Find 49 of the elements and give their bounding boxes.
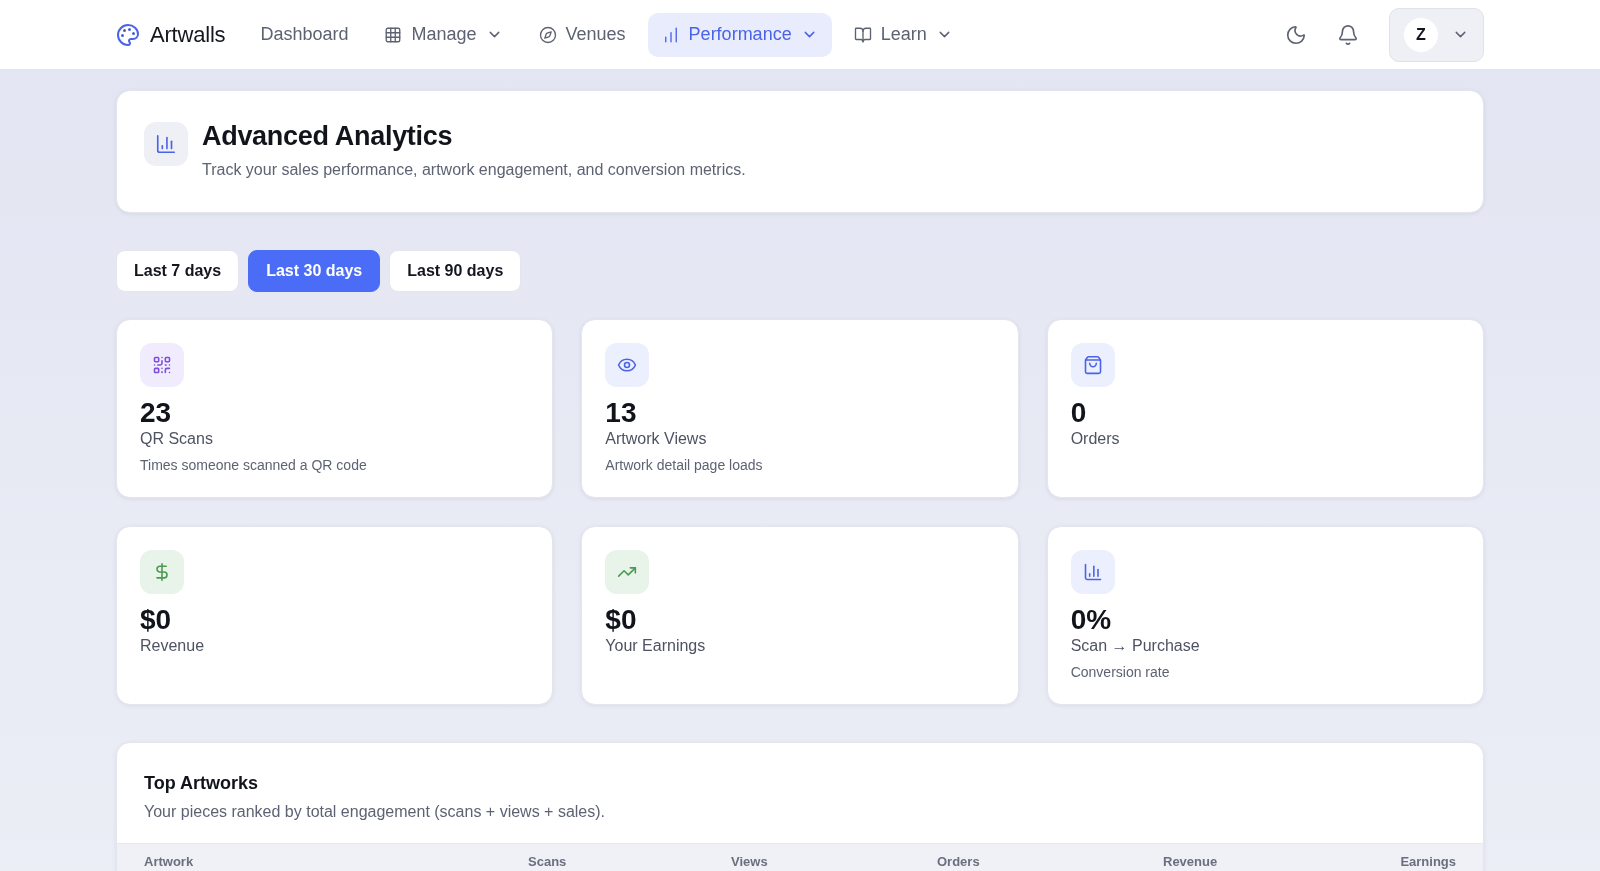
stat-label: Artwork Views bbox=[605, 429, 707, 449]
page-title: Advanced Analytics bbox=[202, 120, 454, 153]
user-menu-button[interactable]: Z bbox=[1389, 7, 1484, 62]
section-subtitle: Your pieces ranked by total engagement (scans + views + sales). bbox=[144, 802, 606, 822]
column-header: Scans bbox=[528, 854, 568, 870]
stat-label: Your Earnings bbox=[605, 636, 706, 656]
nav-link[interactable]: Dashboard bbox=[246, 12, 363, 57]
column-header: Revenue bbox=[1163, 854, 1219, 870]
stat-value: $0 bbox=[605, 604, 637, 636]
palette-logo-icon bbox=[116, 22, 140, 47]
compass-icon bbox=[538, 25, 557, 44]
stat-label: Orders bbox=[1070, 429, 1120, 449]
stat-label: Revenue bbox=[140, 636, 205, 656]
dollar-sign-icon bbox=[140, 550, 184, 594]
nav-link[interactable]: Performance bbox=[647, 12, 832, 57]
nav-link[interactable]: Learn bbox=[839, 12, 967, 57]
trending-up-icon bbox=[605, 550, 650, 594]
notification-bell-icon[interactable] bbox=[1337, 23, 1359, 46]
avatar: Z bbox=[1404, 17, 1438, 52]
dark-mode-moon-icon[interactable] bbox=[1285, 23, 1307, 46]
stat-label: QR Scans bbox=[140, 429, 213, 449]
stat-value: 0 bbox=[1070, 397, 1087, 429]
section-title: Top Artworks bbox=[144, 772, 259, 795]
grid-icon bbox=[384, 25, 403, 44]
stat-label: Scan → Purchase bbox=[1070, 636, 1200, 656]
column-header: Views bbox=[731, 854, 769, 870]
date-range-tab[interactable]: Last 30 days bbox=[248, 250, 381, 292]
nav-link[interactable]: Venues bbox=[524, 12, 640, 57]
bar-chart-icon bbox=[1070, 550, 1115, 594]
stat-value: 13 bbox=[605, 397, 637, 429]
book-icon bbox=[853, 25, 872, 44]
column-header: Orders bbox=[937, 854, 981, 870]
stat-value: $0 bbox=[140, 604, 172, 636]
nav-link[interactable]: Manage bbox=[370, 12, 517, 57]
brand-name[interactable]: Artwalls bbox=[150, 21, 226, 48]
qr-code-icon bbox=[140, 343, 184, 387]
bar-chart-icon bbox=[144, 122, 188, 166]
eye-icon bbox=[605, 343, 650, 387]
stat-description: Artwork detail page loads bbox=[605, 456, 763, 474]
date-range-tab[interactable]: Last 90 days bbox=[389, 250, 522, 292]
stat-description: Times someone scanned a QR code bbox=[140, 456, 367, 474]
stat-value: 23 bbox=[140, 397, 172, 429]
column-header: Artwork bbox=[144, 854, 195, 870]
shopping-bag-icon bbox=[1070, 343, 1115, 387]
page-subtitle: Track your sales performance, artwork engagement, and conversion metrics. bbox=[202, 160, 746, 180]
stat-description: Conversion rate bbox=[1070, 663, 1170, 681]
stat-value: 0% bbox=[1070, 604, 1112, 636]
date-range-tab[interactable]: Last 7 days bbox=[116, 250, 240, 292]
column-header: Earnings bbox=[1400, 854, 1456, 870]
